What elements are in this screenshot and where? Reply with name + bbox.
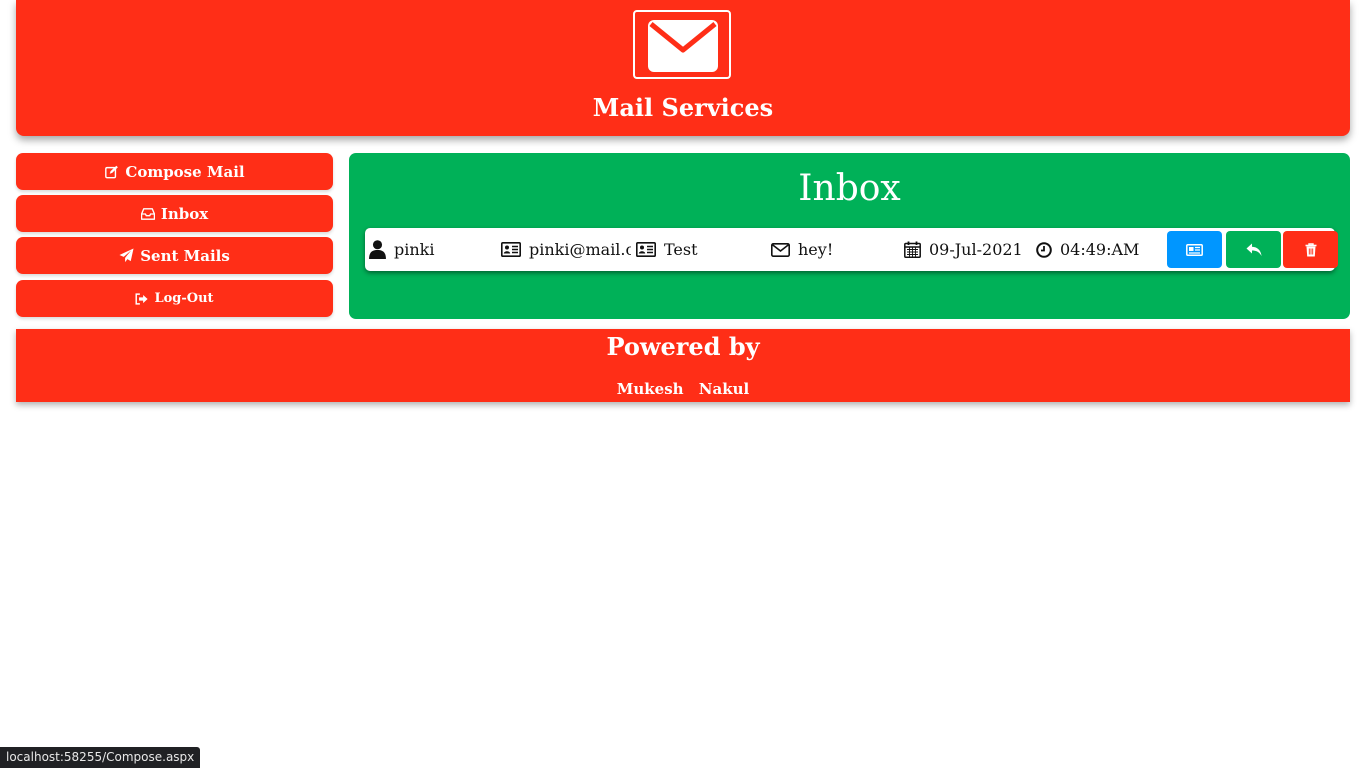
paper-plane-icon [119, 248, 134, 263]
credit-name: Mukesh [616, 380, 684, 398]
sender-email: pinki@mail.co [529, 240, 631, 259]
app-title: Mail Services [592, 93, 774, 122]
sent-mails-button[interactable]: Sent Mails [16, 237, 333, 274]
footer-title: Powered by [606, 332, 760, 361]
calendar-icon [904, 241, 921, 258]
mail-date: 09-Jul-2021 [929, 240, 1023, 259]
mail-subject: Test [664, 240, 698, 259]
newspaper-icon [1186, 243, 1203, 256]
email-cell: pinki@mail.co [501, 228, 631, 271]
message-cell: hey! [771, 228, 901, 271]
time-cell: 04:49:AM [1036, 228, 1161, 271]
log-out-label: Log-Out [154, 291, 214, 306]
mail-message: hey! [798, 240, 834, 259]
inbox-button[interactable]: Inbox [16, 195, 333, 232]
subject-cell: Test [636, 228, 766, 271]
sender-cell: pinki [369, 228, 497, 271]
compose-mail-button[interactable]: Compose Mail [16, 153, 333, 190]
logo [633, 10, 731, 79]
envelope-icon [648, 20, 718, 72]
clock-icon [1036, 241, 1052, 258]
date-cell: 09-Jul-2021 [904, 228, 1034, 271]
inbox-icon [140, 207, 155, 220]
delete-button[interactable] [1283, 231, 1338, 268]
page-title: Inbox [798, 168, 901, 209]
log-out-button[interactable]: Log-Out [16, 280, 333, 317]
reply-button[interactable] [1226, 231, 1281, 268]
mail-row[interactable]: pinki pinki@mail.co Test hey! [365, 228, 1338, 271]
footer: Powered by Mukesh Nakul [16, 329, 1350, 402]
view-mail-button[interactable] [1167, 231, 1222, 268]
mail-time: 04:49:AM [1060, 240, 1140, 259]
status-bar-url: localhost:58255/Compose.aspx [0, 747, 201, 768]
sign-out-icon [135, 292, 149, 305]
inbox-label: Inbox [160, 204, 209, 223]
reply-icon [1246, 243, 1261, 256]
sent-mails-label: Sent Mails [140, 246, 230, 265]
id-card-icon [636, 242, 656, 257]
user-icon [369, 240, 386, 259]
credit-name: Nakul [698, 380, 750, 398]
footer-credits: Mukesh Nakul [16, 380, 1350, 398]
compose-mail-label: Compose Mail [125, 162, 245, 181]
header: Mail Services [16, 0, 1350, 136]
edit-icon [105, 165, 119, 178]
trash-icon [1305, 242, 1316, 256]
id-card-icon [501, 242, 521, 257]
sender-name: pinki [394, 240, 435, 259]
envelope-outline-icon [771, 242, 790, 257]
